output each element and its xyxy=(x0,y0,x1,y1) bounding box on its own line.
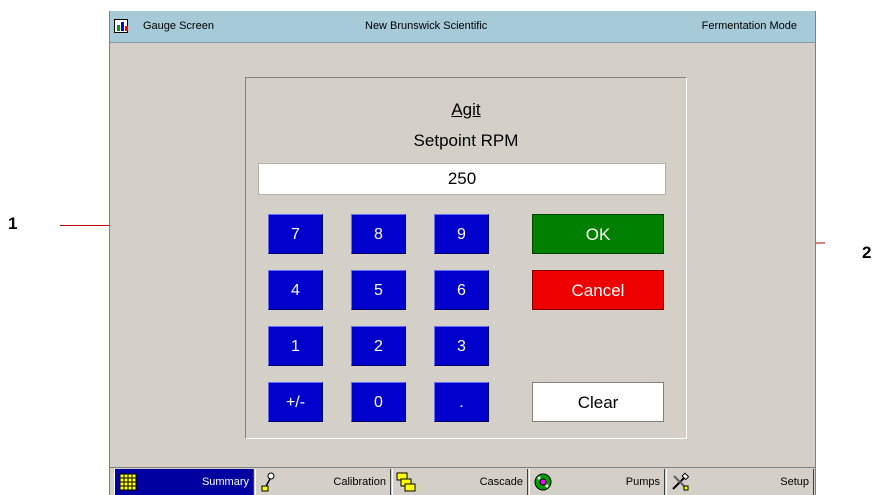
tab-cascade[interactable]: Cascade xyxy=(392,469,528,495)
tab-setup-label: Setup xyxy=(780,476,809,488)
grid-icon xyxy=(119,473,137,491)
cascade-icon xyxy=(396,472,416,492)
tab-setup[interactable]: Setup xyxy=(666,469,814,495)
key-2[interactable]: 2 xyxy=(351,326,406,366)
dialog-title: Agit xyxy=(451,100,481,119)
dialog-subtitle: Setpoint RPM xyxy=(413,131,519,150)
key-6[interactable]: 6 xyxy=(434,270,489,310)
key-1[interactable]: 1 xyxy=(268,326,323,366)
tab-pumps-label: Pumps xyxy=(625,476,660,488)
setpoint-dialog: Agit Setpoint RPM 250 7 8 9 4 5 6 1 2 3 … xyxy=(245,77,687,439)
callout-number-2: 2 xyxy=(862,243,872,262)
key-0[interactable]: 0 xyxy=(351,382,406,422)
tab-cascade-label: Cascade xyxy=(479,476,523,488)
bar-chart-icon xyxy=(114,19,128,33)
screen-title: Gauge Screen xyxy=(143,20,214,32)
clear-button[interactable]: Clear xyxy=(532,382,664,422)
device-screen: Gauge Screen New Brunswick Scientific Fe… xyxy=(109,11,816,495)
key-3[interactable]: 3 xyxy=(434,326,489,366)
tab-calibration[interactable]: Calibration xyxy=(255,469,391,495)
tools-icon xyxy=(672,472,690,491)
key-8[interactable]: 8 xyxy=(351,214,406,254)
setpoint-value-field[interactable]: 250 xyxy=(258,163,666,195)
mode-label: Fermentation Mode xyxy=(701,20,797,32)
ok-button[interactable]: OK xyxy=(532,214,664,254)
key-plus-minus[interactable]: +/- xyxy=(268,382,323,422)
key-9[interactable]: 9 xyxy=(434,214,489,254)
key-5[interactable]: 5 xyxy=(351,270,406,310)
key-7[interactable]: 7 xyxy=(268,214,323,254)
tab-pumps[interactable]: Pumps xyxy=(529,469,665,495)
bottom-nav: Summary Calibration Cascade Pumps Setup xyxy=(110,467,815,495)
tab-summary-label: Summary xyxy=(201,476,249,488)
tab-summary[interactable]: Summary xyxy=(114,469,254,495)
pump-icon xyxy=(534,473,552,491)
probe-icon xyxy=(261,472,275,492)
key-decimal[interactable]: . xyxy=(434,382,489,422)
key-4[interactable]: 4 xyxy=(268,270,323,310)
tab-calibration-label: Calibration xyxy=(333,476,386,488)
cancel-button[interactable]: Cancel xyxy=(532,270,664,310)
callout-number-1: 1 xyxy=(8,214,18,233)
company-name: New Brunswick Scientific xyxy=(365,20,488,32)
title-bar: Gauge Screen New Brunswick Scientific Fe… xyxy=(110,11,815,43)
